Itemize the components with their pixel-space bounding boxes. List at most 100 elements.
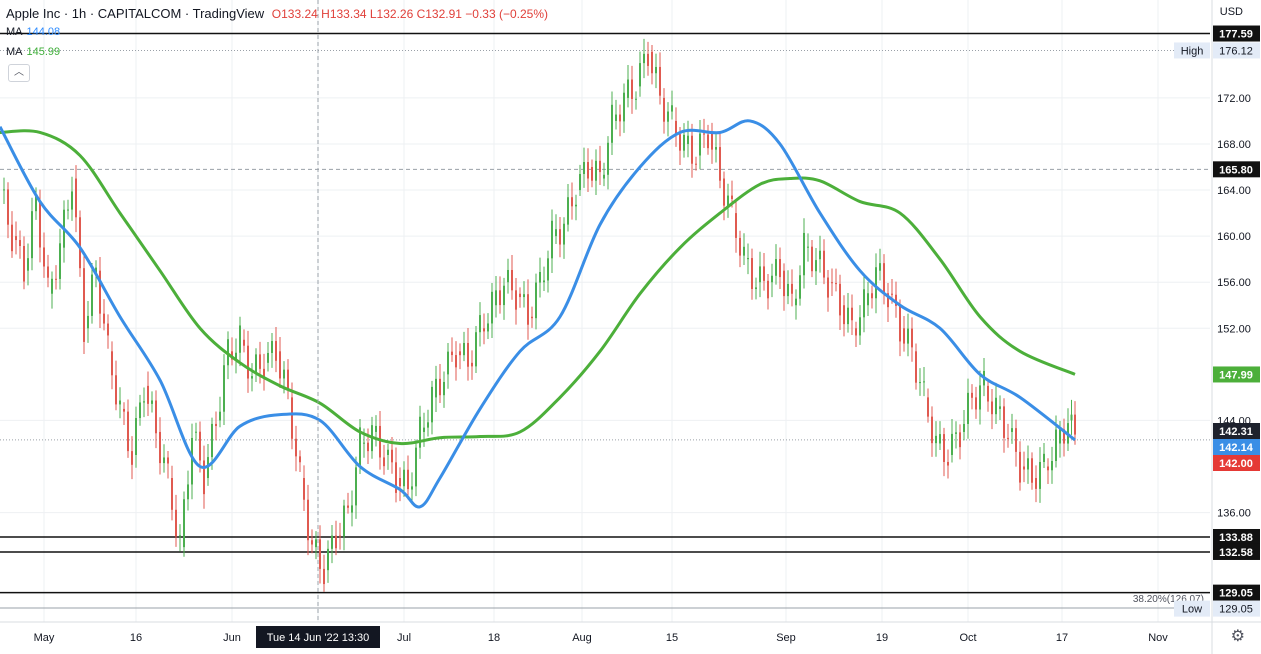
candle-body — [667, 111, 669, 122]
price-axis[interactable]: 172.00168.00164.00160.00156.00152.00144.… — [1174, 25, 1260, 617]
candle-body — [543, 280, 545, 283]
candle-body — [719, 147, 721, 181]
x-tick-label: 19 — [876, 632, 888, 644]
candle-body — [615, 114, 617, 121]
candle-body — [639, 63, 641, 87]
candle-body — [855, 328, 857, 336]
candle-body — [559, 229, 561, 245]
candle-body — [871, 293, 873, 299]
candle-body — [271, 341, 273, 353]
level-label: 133.88 — [1219, 532, 1253, 544]
x-tick-label: Nov — [1148, 632, 1168, 644]
candle-body — [827, 277, 829, 298]
candle-body — [71, 191, 73, 210]
candle-body — [1015, 428, 1017, 452]
candle-body — [851, 307, 853, 321]
candle-body — [1047, 466, 1049, 471]
candle-body — [91, 274, 93, 316]
candle-body — [923, 381, 925, 383]
level-label: 176.12 — [1219, 45, 1253, 57]
candle-body — [79, 217, 81, 269]
candle-body — [791, 283, 793, 294]
candle-body — [1007, 437, 1009, 439]
candle-body — [59, 243, 61, 279]
ma2-label: MA — [6, 46, 23, 58]
candle-body — [131, 451, 133, 465]
ma1-label: MA — [6, 26, 23, 38]
crosshair-time-label: Tue 14 Jun '22 13:30 — [267, 632, 370, 644]
candle-body — [863, 289, 865, 318]
candle-body — [675, 120, 677, 135]
candle-body — [607, 142, 609, 175]
ma2-legend[interactable]: MA 145.99 — [6, 46, 60, 58]
candle-body — [519, 293, 521, 298]
ma1-value: 144.08 — [26, 26, 61, 38]
candle-body — [823, 250, 825, 278]
candle-body — [915, 351, 917, 383]
candle-body — [959, 432, 961, 448]
candle-body — [199, 431, 201, 461]
candle-body — [427, 422, 429, 428]
ma1-legend[interactable]: MA 144.08 — [6, 26, 60, 38]
candle-body — [1074, 414, 1076, 435]
ma2-value: 145.99 — [26, 46, 61, 58]
candle-body — [183, 499, 185, 548]
y-tick-label: 156.00 — [1217, 277, 1251, 289]
x-tick-label: 18 — [488, 632, 500, 644]
x-tick-label: 17 — [1056, 632, 1068, 644]
candle-body — [119, 400, 121, 405]
candle-body — [151, 400, 153, 404]
gear-icon[interactable]: ⚙ — [1231, 626, 1245, 646]
candle-body — [363, 442, 365, 444]
candle-body — [627, 79, 629, 98]
candle-body — [219, 411, 221, 421]
candle-body — [619, 114, 621, 122]
low-tag: Low — [1182, 604, 1202, 616]
candle-body — [911, 328, 913, 348]
candle-body — [283, 369, 285, 379]
candle-body — [647, 53, 649, 66]
time-axis[interactable]: May 16 Jun Jul 18 Aug 15 Sep 19 Oct 17 Nov Tue 14 Ju… — [34, 626, 1169, 648]
candle-body — [1031, 458, 1033, 483]
candle-body — [783, 270, 785, 297]
candle-body — [459, 351, 461, 356]
candle-body — [575, 204, 577, 207]
price-tag: 142.31 — [1219, 426, 1253, 438]
candle-body — [779, 259, 781, 278]
candle-body — [47, 266, 49, 278]
candle-body — [571, 197, 573, 207]
candle-body — [391, 449, 393, 463]
y-tick-label: 168.00 — [1217, 139, 1251, 151]
candle-body — [651, 51, 653, 74]
candle-body — [555, 229, 557, 237]
chevron-up-icon[interactable]: ︿ — [8, 64, 30, 82]
candle-body — [155, 400, 157, 434]
candle-body — [243, 339, 245, 346]
price-chart[interactable]: 38.20%(126.07) 172.00 168.00 164.00 160.00 1… — [0, 0, 1261, 654]
candle-body — [191, 437, 193, 485]
candle-body — [995, 397, 997, 415]
x-tick-label: 16 — [130, 632, 142, 644]
candle-body — [803, 232, 805, 276]
candle-body — [251, 376, 253, 379]
candle-body — [179, 535, 181, 537]
ma-slow-line — [0, 129, 1076, 446]
grid — [0, 0, 1261, 654]
candle-body — [883, 263, 885, 294]
candle-body — [807, 246, 809, 248]
candle-body — [723, 178, 725, 206]
candle-body — [55, 278, 57, 280]
candle-body — [955, 432, 957, 434]
candle-body — [815, 260, 817, 272]
candle-body — [143, 401, 145, 403]
candle-body — [211, 423, 213, 458]
candle-body — [683, 134, 685, 151]
candle-body — [715, 147, 717, 150]
currency-label[interactable]: USD — [1220, 6, 1243, 18]
candle-body — [903, 328, 905, 344]
candle-body — [515, 290, 517, 310]
candle-body — [1011, 428, 1013, 432]
candle-body — [835, 283, 837, 285]
candle-body — [935, 435, 937, 444]
candle-body — [503, 285, 505, 306]
